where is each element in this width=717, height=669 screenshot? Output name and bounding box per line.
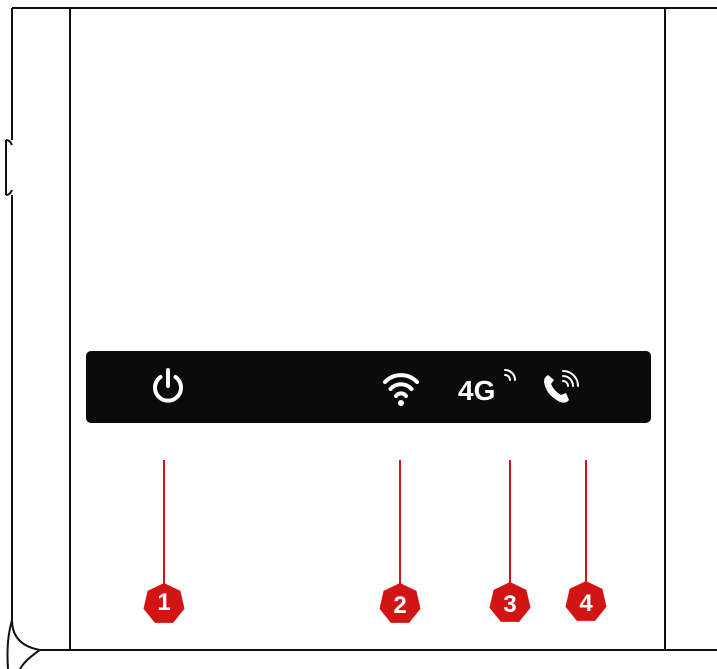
4g-icon-label: 4G	[458, 375, 495, 406]
callout-number-2: 2	[393, 592, 407, 619]
callout-badges	[143, 581, 607, 623]
callout-number-1: 1	[157, 589, 171, 616]
wifi-dot	[398, 400, 404, 406]
callout-number-4: 4	[579, 590, 593, 617]
indicator-panel	[86, 351, 651, 423]
callout-lines	[163, 460, 587, 595]
router-front-diagram: 4G	[5, 7, 717, 669]
callout-number-3: 3	[503, 591, 517, 618]
device-body	[5, 7, 717, 669]
